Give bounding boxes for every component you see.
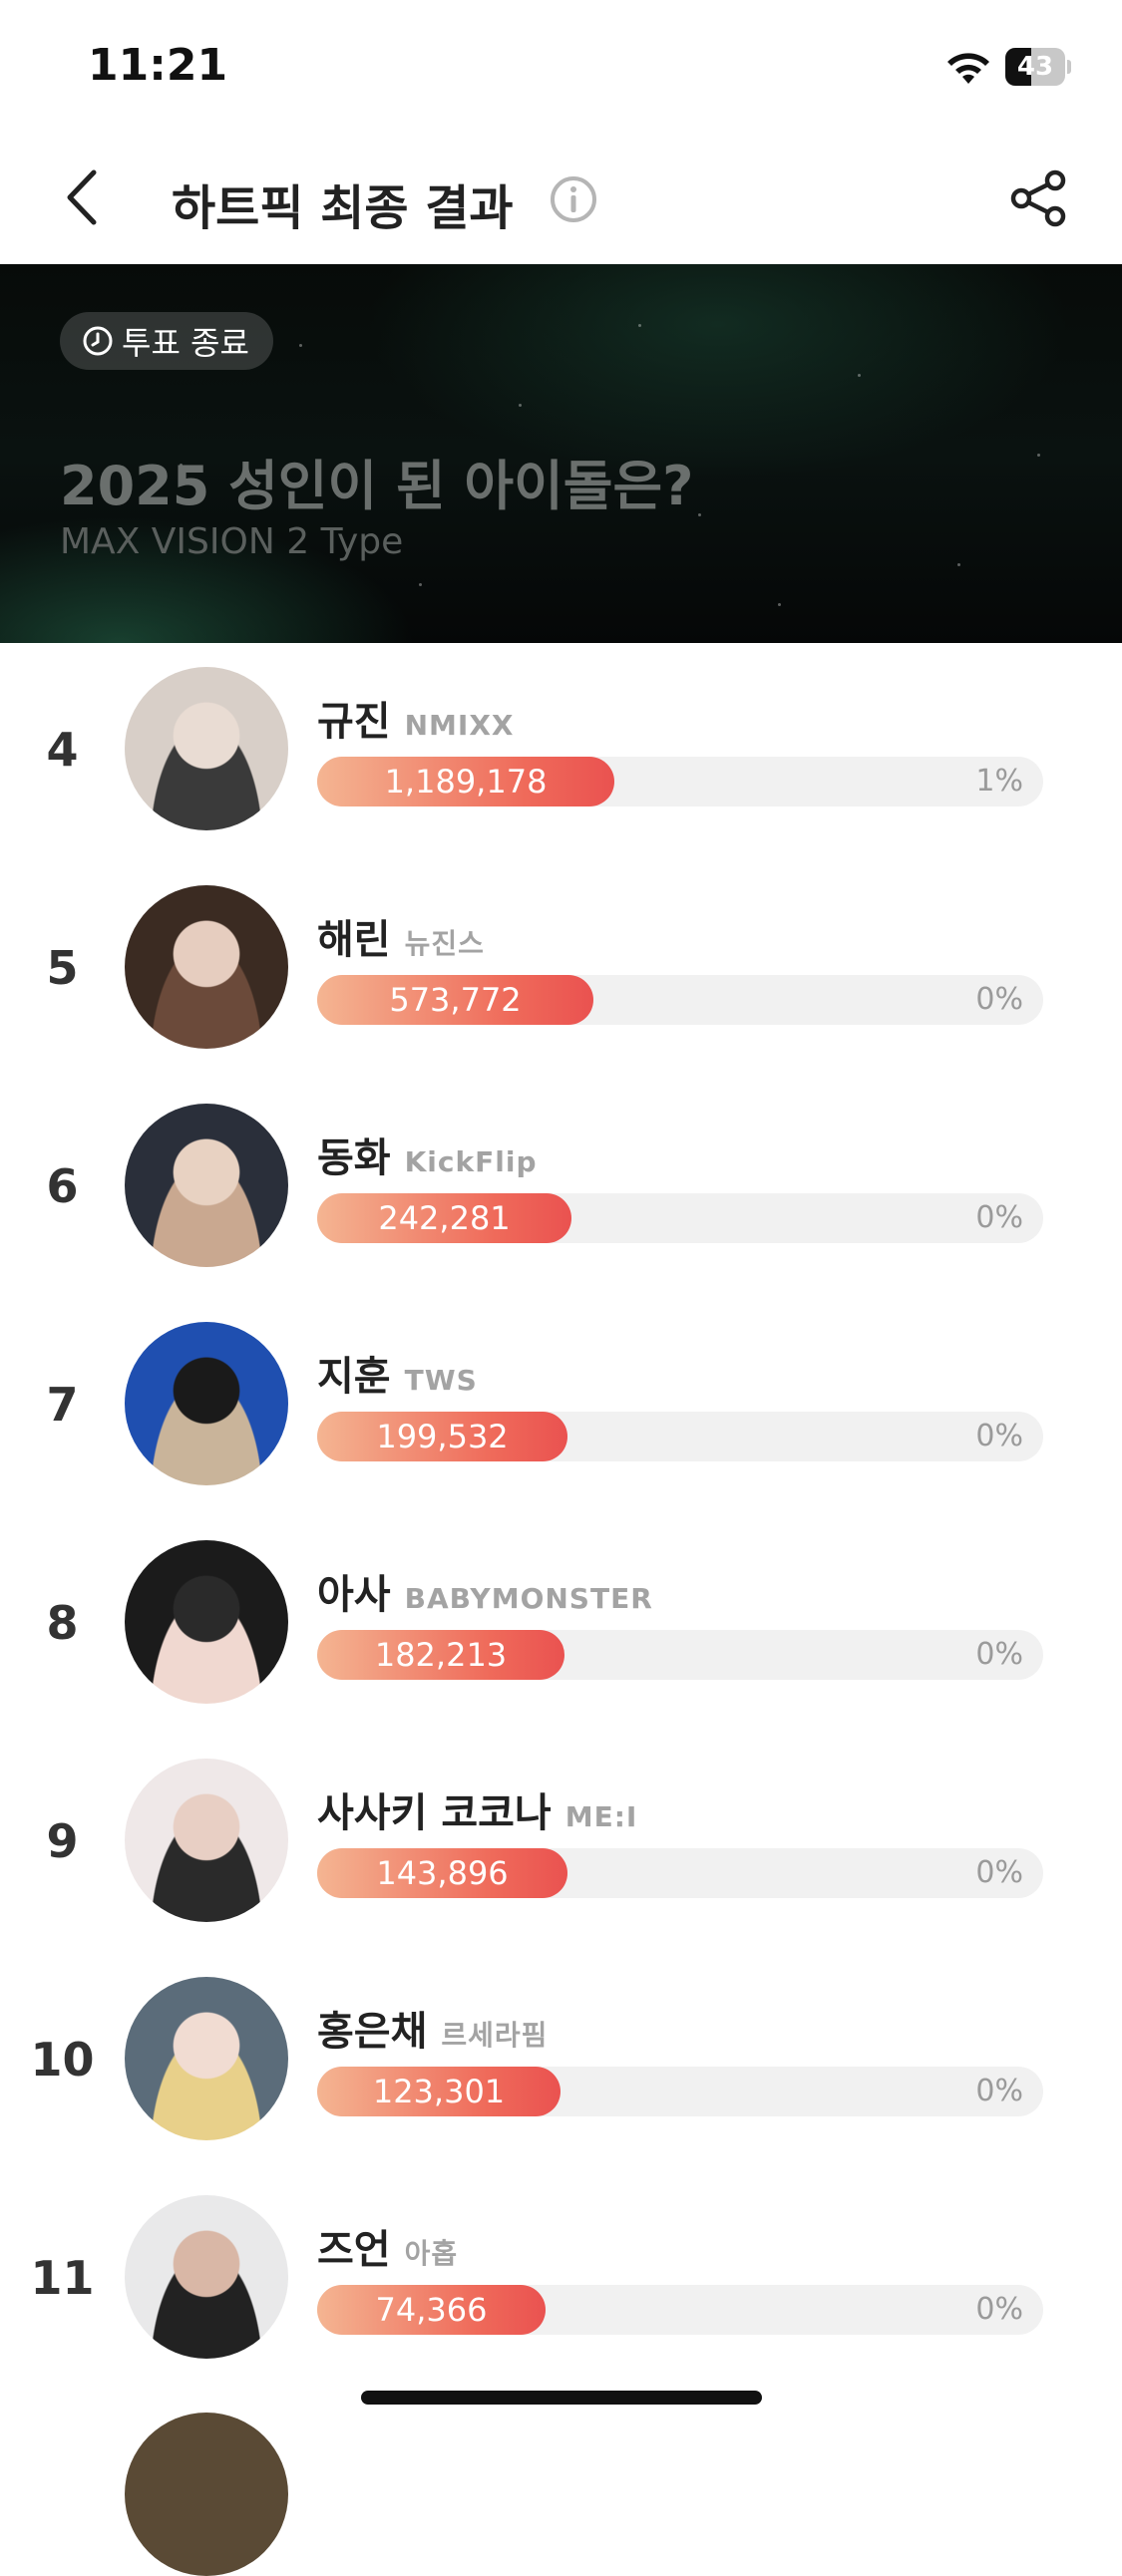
vote-count: 1,189,178	[384, 763, 548, 801]
vote-count: 74,366	[375, 2291, 488, 2329]
artist-name: 해린	[317, 917, 391, 963]
banner-subtitle: MAX VISION 2 Type	[60, 521, 404, 562]
vote-percent: 0%	[975, 1855, 1023, 1890]
group-name: 뉴진스	[404, 927, 485, 960]
battery-level: 43	[1016, 52, 1054, 82]
vote-count: 242,281	[378, 1199, 511, 1237]
rank-row[interactable]: 9 사사키 코코나 ME:I 143,896 0%	[0, 1735, 1122, 1953]
vote-percent: 0%	[975, 1637, 1023, 1672]
artist-name-line: 동화 KickFlip	[317, 1126, 538, 1183]
group-name: 아홉	[404, 2237, 459, 2270]
rank-number: 4	[46, 723, 79, 777]
vote-ended-label: 투표 종료	[122, 324, 249, 362]
page-title: 하트픽 최종 결과	[172, 180, 514, 236]
artist-avatar[interactable]	[125, 885, 288, 1049]
group-name: NMIXX	[404, 709, 515, 742]
rank-number: 9	[46, 1814, 79, 1868]
artist-avatar[interactable]	[125, 1759, 288, 1922]
artist-avatar[interactable]	[125, 1540, 288, 1704]
rank-number: 7	[46, 1378, 79, 1432]
vote-count: 573,772	[389, 981, 522, 1019]
vote-percent: 0%	[975, 2074, 1023, 2108]
rank-number: 5	[46, 941, 79, 995]
artist-avatar[interactable]	[125, 667, 288, 830]
artist-name-line: 규진 NMIXX	[317, 689, 515, 747]
rank-number: 10	[30, 2033, 95, 2087]
vote-count: 123,301	[372, 2073, 506, 2110]
vote-percent: 0%	[975, 1419, 1023, 1453]
vote-bar: 74,366 0%	[317, 2285, 1043, 2335]
vote-bar: 242,281 0%	[317, 1193, 1043, 1243]
share-icon[interactable]	[1007, 166, 1071, 230]
artist-avatar[interactable]	[125, 2195, 288, 2359]
vote-bar: 573,772 0%	[317, 975, 1043, 1025]
rank-number: 8	[46, 1596, 79, 1650]
artist-name-line: 사사키 코코나 ME:I	[317, 1780, 637, 1838]
vote-bar: 123,301 0%	[317, 2067, 1043, 2116]
artist-name-line: 홍은채 르세라핌	[317, 1999, 548, 2057]
group-name: ME:I	[564, 1800, 638, 1833]
group-name: KickFlip	[404, 1145, 538, 1178]
group-name: TWS	[404, 1364, 478, 1397]
battery-indicator: 43	[1005, 48, 1071, 86]
vote-bar: 199,532 0%	[317, 1412, 1043, 1461]
clock-icon	[83, 326, 113, 356]
artist-name: 사사키 코코나	[317, 1790, 552, 1836]
vote-ended-badge: 투표 종료	[60, 312, 273, 370]
status-bar: 11:21 43	[0, 0, 1122, 135]
vote-bar: 1,189,178 1%	[317, 757, 1043, 806]
home-indicator	[361, 2391, 762, 2405]
artist-name: 즈언	[317, 2227, 391, 2273]
artist-avatar[interactable]	[125, 1104, 288, 1267]
rank-number: 6	[46, 1159, 79, 1213]
rank-row[interactable]: 8 아사 BABYMONSTER 182,213 0%	[0, 1516, 1122, 1735]
rank-row[interactable]: 4 규진 NMIXX 1,189,178 1%	[0, 643, 1122, 861]
avatar	[125, 2413, 288, 2576]
back-button[interactable]	[50, 162, 120, 232]
vote-percent: 1%	[975, 764, 1023, 799]
status-time: 11:21	[88, 40, 228, 91]
rank-number: 11	[30, 2251, 95, 2305]
wifi-icon	[947, 53, 989, 84]
artist-name-line: 지훈 TWS	[317, 1344, 478, 1402]
vote-bar: 182,213 0%	[317, 1630, 1043, 1680]
rank-row[interactable]: 7 지훈 TWS 199,532 0%	[0, 1298, 1122, 1516]
artist-name-line: 즈언 아홉	[317, 2217, 458, 2275]
vote-count: 143,896	[376, 1854, 509, 1892]
vote-bar: 143,896 0%	[317, 1848, 1043, 1898]
group-name: BABYMONSTER	[404, 1582, 653, 1615]
vote-count: 182,213	[374, 1636, 508, 1674]
vote-percent: 0%	[975, 982, 1023, 1017]
artist-name: 홍은채	[317, 2009, 428, 2055]
artist-name-line: 아사 BABYMONSTER	[317, 1562, 653, 1620]
artist-avatar[interactable]	[125, 1977, 288, 2140]
artist-avatar[interactable]	[125, 1322, 288, 1485]
rank-row[interactable]: 11 즈언 아홉 74,366 0%	[0, 2171, 1122, 2390]
nav-bar: 하트픽 최종 결과	[0, 135, 1122, 264]
vote-percent: 0%	[975, 1200, 1023, 1235]
banner-title: 2025 성인이 된 아이돌은?	[60, 455, 694, 517]
artist-name: 지훈	[317, 1354, 391, 1400]
artist-name: 규진	[317, 699, 391, 745]
vote-banner: 투표 종료 2025 성인이 된 아이돌은? MAX VISION 2 Type	[0, 264, 1122, 643]
artist-name-line: 해린 뉴진스	[317, 907, 485, 965]
info-icon[interactable]	[549, 174, 598, 224]
rank-row[interactable]: 5 해린 뉴진스 573,772 0%	[0, 861, 1122, 1080]
vote-percent: 0%	[975, 2292, 1023, 2327]
artist-name: 아사	[317, 1572, 391, 1618]
vote-count: 199,532	[376, 1418, 509, 1455]
rank-row[interactable]: 6 동화 KickFlip 242,281 0%	[0, 1080, 1122, 1298]
rank-row[interactable]: 10 홍은채 르세라핌 123,301 0%	[0, 1953, 1122, 2171]
artist-name: 동화	[317, 1135, 391, 1181]
group-name: 르세라핌	[441, 2019, 549, 2052]
